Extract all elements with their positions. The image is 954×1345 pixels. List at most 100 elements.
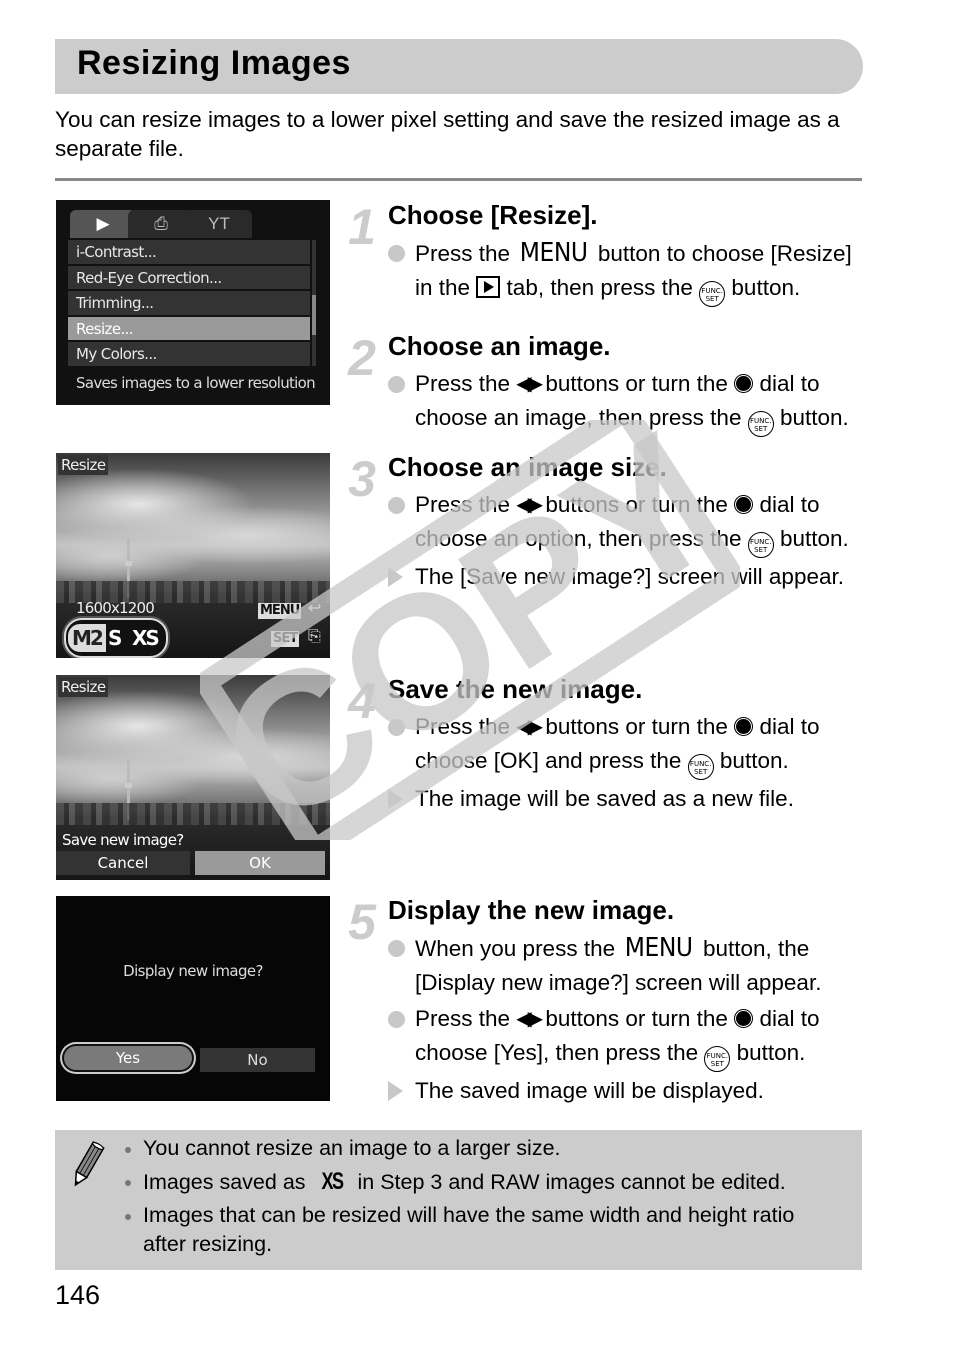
text-run: Images that can be resized will have the…	[143, 1203, 795, 1256]
step-body: Press the MENU button to choose [Resize]…	[388, 236, 868, 309]
text-run: buttons or turn the	[539, 714, 735, 739]
divider	[55, 178, 862, 181]
title-bar: Resizing Images	[55, 39, 863, 94]
menu-hint: Saves images to a lower resolution	[76, 374, 316, 392]
text-run: The saved image will be displayed.	[415, 1078, 764, 1103]
circle-bullet-icon	[388, 245, 405, 262]
size-option-xs[interactable]: XS	[132, 624, 160, 652]
text-run: The image will be saved as a new file.	[415, 786, 794, 811]
step-number: 2	[348, 330, 376, 386]
xs-size-icon: XS	[321, 1168, 344, 1195]
ok-button[interactable]: OK	[195, 851, 325, 875]
func-set-icon: FUNC. SET	[699, 281, 726, 307]
control-dial-icon	[734, 1009, 754, 1028]
triangle-bullet-icon	[388, 567, 403, 587]
text-run: button.	[725, 275, 801, 300]
save-prompt-text: Save new image?	[62, 831, 184, 849]
screen-label: Resize	[58, 455, 109, 475]
page-title: Resizing Images	[77, 44, 351, 82]
step-title: Choose an image.	[388, 331, 611, 361]
menu-item[interactable]: Resize...	[68, 316, 310, 340]
action-bullet: When you press the MENU button, the [Dis…	[388, 931, 868, 1000]
step-title: Choose [Resize].	[388, 200, 598, 230]
control-dial-icon	[734, 717, 754, 736]
save-copy-icon: ⎘	[308, 628, 321, 645]
text-run: button.	[773, 405, 849, 430]
tab-playback[interactable]: ▶	[70, 210, 136, 238]
control-dial-icon	[734, 495, 754, 514]
note-item: Images that can be resized will have the…	[123, 1201, 843, 1259]
left-right-arrows-icon: ◀▶	[516, 716, 543, 738]
action-bullet: Press the MENU button to choose [Resize]…	[388, 236, 868, 307]
menu-item[interactable]: Trimming...	[68, 291, 310, 315]
no-button[interactable]: No	[200, 1048, 315, 1072]
result-bullet: The [Save new image?] screen will appear…	[388, 560, 868, 594]
text-run: Press the	[415, 714, 517, 739]
camera-screen-size-select: Resize 1600x1200 M2 S XS MENU ↩ SET ⎘	[56, 453, 330, 658]
yes-button[interactable]: Yes	[64, 1046, 192, 1070]
menu-item[interactable]: Red-Eye Correction...	[68, 265, 310, 289]
action-bullet: Press the ◀▶ buttons or turn the dial to…	[388, 488, 868, 558]
page-number: 146	[55, 1280, 101, 1310]
step-body: Press the ◀▶ buttons or turn the dial to…	[388, 710, 868, 818]
text-run: button.	[730, 1040, 806, 1065]
size-option-m2[interactable]: M2	[68, 624, 106, 652]
text-run: buttons or turn the	[539, 1006, 735, 1031]
text-run: Press the	[415, 241, 517, 266]
triangle-bullet-icon	[388, 1081, 403, 1101]
size-option-s[interactable]: S	[108, 624, 122, 652]
step-title: Choose an image size.	[388, 452, 667, 482]
circle-bullet-icon	[388, 1011, 405, 1028]
text-run: in Step 3 and RAW images cannot be edite…	[351, 1170, 786, 1194]
menu-tabs: ▶ ⎙ YT	[70, 210, 320, 238]
text-run: You cannot resize an image to a larger s…	[143, 1136, 561, 1160]
func-set-icon: FUNC. SET	[687, 754, 714, 780]
action-bullet: Press the ◀▶ buttons or turn the dial to…	[388, 367, 868, 437]
action-bullet: Press the ◀▶ buttons or turn the dial to…	[388, 710, 868, 780]
menu-button-icon: MENU	[625, 933, 693, 963]
intro-text: You can resize images to a lower pixel s…	[55, 107, 840, 161]
playback-tab-icon: ▶	[96, 214, 110, 233]
note-box: You cannot resize an image to a larger s…	[55, 1130, 862, 1270]
text-run: buttons or turn the	[539, 371, 735, 396]
text-run: button.	[713, 748, 789, 773]
tab-settings[interactable]: YT	[186, 210, 252, 238]
menu-scrollbar	[312, 240, 316, 366]
screen-label: Resize	[58, 677, 109, 697]
cancel-button[interactable]: Cancel	[56, 851, 190, 875]
text-run: buttons or turn the	[539, 492, 735, 517]
circle-bullet-icon	[388, 940, 405, 957]
circle-bullet-icon	[388, 719, 405, 736]
control-dial-icon	[734, 374, 754, 393]
menu-button-label: MENU	[258, 603, 302, 619]
note-item: You cannot resize an image to a larger s…	[123, 1134, 843, 1163]
text-run: tab, then press the	[500, 275, 700, 300]
left-right-arrows-icon: ◀▶	[516, 373, 543, 395]
func-set-icon: FUNC. SET	[704, 1046, 731, 1072]
menu-button-icon: MENU	[520, 238, 588, 268]
resolution-text: 1600x1200	[76, 599, 155, 617]
step-number: 3	[348, 451, 376, 507]
menu-item[interactable]: i-Contrast...	[68, 240, 310, 264]
tab-print[interactable]: ⎙	[128, 210, 194, 238]
tower-pod	[125, 783, 132, 788]
return-icon: ↩	[308, 600, 322, 617]
camera-screen-save-prompt: Resize Save new image? Cancel OK	[56, 675, 330, 880]
triangle-bullet-icon	[388, 789, 403, 809]
camera-screen-display-prompt: Display new image? Yes No	[56, 896, 330, 1101]
camera-screen-menu: ▶ ⎙ YT i-Contrast... Red-Eye Correction... T…	[56, 200, 330, 405]
step-body: Press the ◀▶ buttons or turn the dial to…	[388, 488, 868, 596]
circle-bullet-icon	[388, 376, 405, 393]
text-run: button.	[773, 526, 849, 551]
menu-list: i-Contrast... Red-Eye Correction... Trimmi…	[68, 240, 310, 368]
menu-item[interactable]: My Colors...	[68, 342, 310, 366]
action-bullet: Press the ◀▶ buttons or turn the dial to…	[388, 1002, 868, 1072]
photo-preview	[56, 675, 330, 880]
func-set-icon: FUNC. SET	[747, 411, 774, 437]
step-body: When you press the MENU button, the [Dis…	[388, 931, 868, 1110]
note-list: You cannot resize an image to a larger s…	[123, 1134, 843, 1263]
size-option-selector[interactable]: M2 S XS	[64, 618, 168, 658]
text-run: Press the	[415, 492, 517, 517]
step-number: 1	[348, 199, 376, 255]
step-title: Save the new image.	[388, 674, 643, 704]
